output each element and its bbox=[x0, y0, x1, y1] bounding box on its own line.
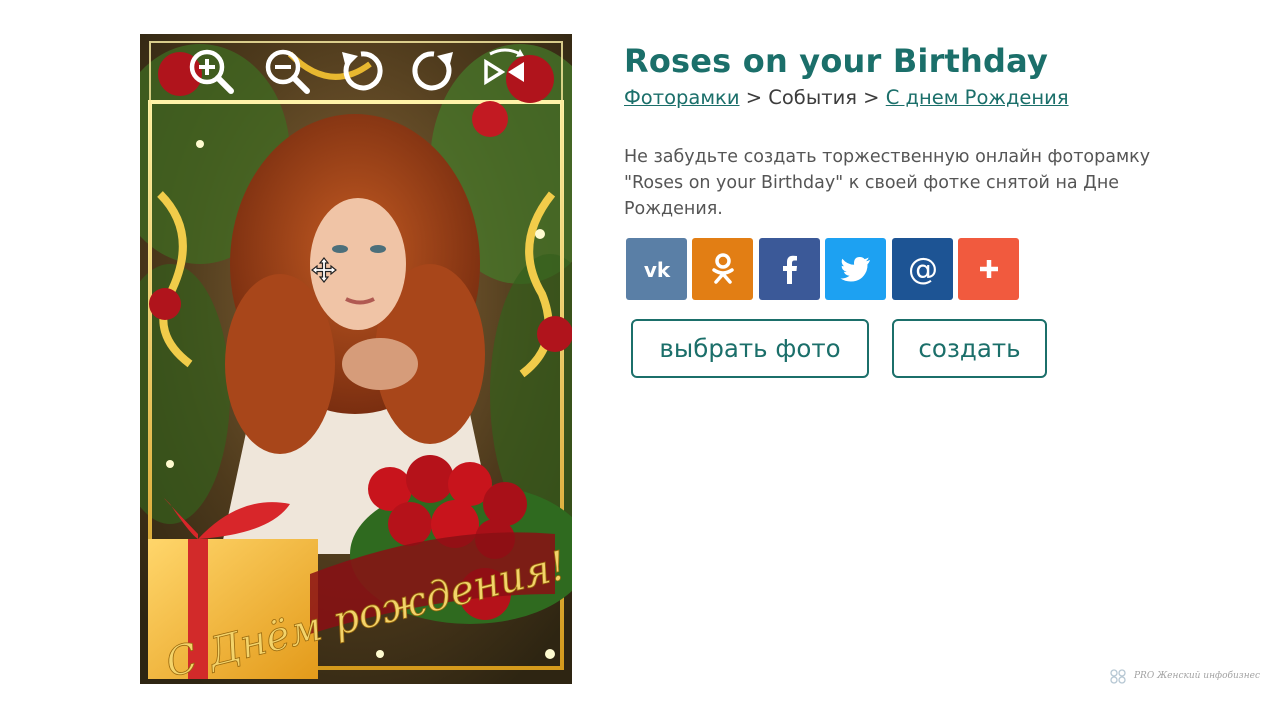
zoom-in-icon bbox=[189, 49, 234, 94]
zoom-in-button[interactable] bbox=[184, 44, 238, 98]
watermark: PRO Женский инфобизнес bbox=[1108, 665, 1260, 687]
create-button[interactable]: создать bbox=[892, 319, 1047, 378]
photo-frame-preview[interactable]: С Днём рождения! bbox=[140, 34, 572, 684]
facebook-icon bbox=[782, 255, 797, 284]
frame-artwork: С Днём рождения! bbox=[140, 34, 572, 684]
odnoklassniki-icon bbox=[711, 253, 734, 284]
image-toolbar bbox=[140, 34, 572, 104]
share-odnoklassniki-button[interactable] bbox=[692, 238, 753, 300]
rotate-right-button[interactable] bbox=[407, 44, 461, 98]
mail-icon: @ bbox=[908, 252, 938, 287]
breadcrumb: Фоторамки > События > С днем Рождения bbox=[624, 86, 1069, 109]
share-facebook-button[interactable] bbox=[759, 238, 820, 300]
breadcrumb-link-photoframes[interactable]: Фоторамки bbox=[624, 86, 740, 109]
twitter-icon bbox=[839, 257, 870, 282]
breadcrumb-separator: > bbox=[856, 86, 886, 109]
svg-text:vk: vk bbox=[643, 258, 670, 282]
share-more-button[interactable] bbox=[958, 238, 1019, 300]
rotate-right-icon bbox=[412, 51, 453, 91]
flip-horizontal-button[interactable] bbox=[478, 44, 532, 98]
move-cursor-icon bbox=[311, 257, 337, 283]
watermark-logo-icon bbox=[1110, 669, 1126, 684]
share-twitter-button[interactable] bbox=[825, 238, 886, 300]
breadcrumb-separator: > bbox=[739, 86, 769, 109]
frame-description: Не забудьте создать торжественную онлайн… bbox=[624, 147, 1151, 219]
watermark-text: PRO Женский инфобизнес bbox=[1134, 671, 1260, 681]
rotate-left-icon bbox=[342, 51, 383, 91]
rotate-left-button[interactable] bbox=[334, 44, 388, 98]
vk-icon: vk bbox=[643, 258, 670, 282]
page-title: Roses on your Birthday bbox=[624, 42, 1049, 80]
svg-text:@: @ bbox=[908, 252, 938, 287]
breadcrumb-item-events: События bbox=[768, 86, 857, 109]
zoom-out-icon bbox=[265, 49, 310, 94]
choose-photo-button[interactable]: выбрать фото bbox=[631, 319, 869, 378]
flip-horizontal-icon bbox=[484, 48, 524, 86]
share-mail-button[interactable]: @ bbox=[892, 238, 953, 300]
zoom-out-button[interactable] bbox=[260, 44, 314, 98]
share-vk-button[interactable]: vk bbox=[626, 238, 687, 300]
plus-icon bbox=[979, 260, 998, 278]
breadcrumb-link-birthday[interactable]: С днем Рождения bbox=[886, 86, 1069, 109]
